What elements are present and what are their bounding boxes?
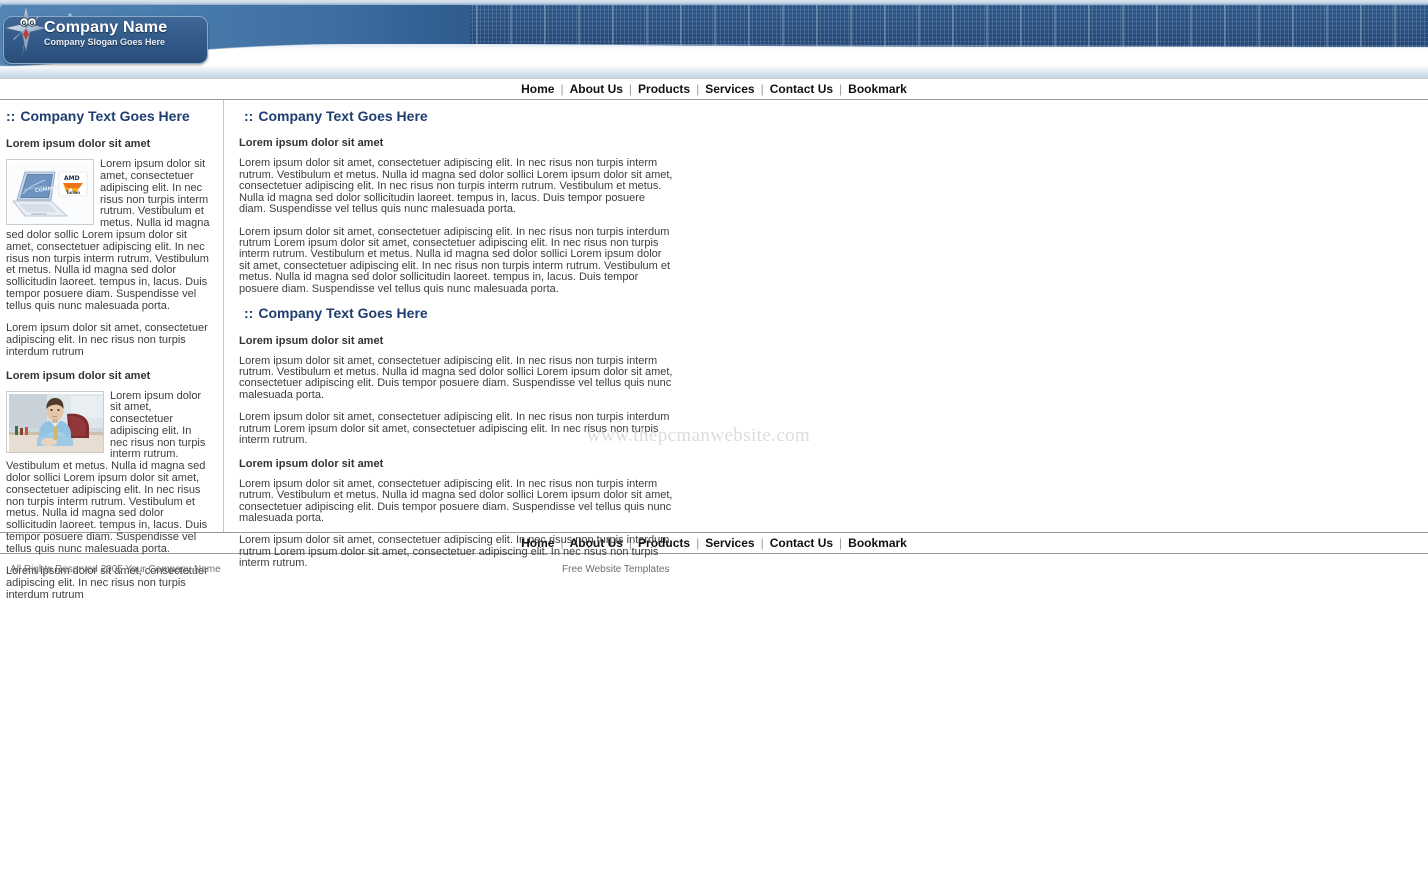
businessman-thumbnail[interactable] [6,390,104,453]
sidebar-column: :: Company Text Goes Here Lorem ipsum dol… [0,100,224,601]
sidebar-title-text: Company Text Goes Here [20,108,190,124]
site-banner: G G Company Name Company Slogan Goes Her… [0,0,1428,78]
banner-swoosh-curve [0,44,1428,78]
main-section1-heading: Lorem ipsum dolor sit amet [239,137,384,150]
laptop-thumbnail[interactable]: COMPAQ AMD Turion [6,159,94,226]
sidebar-block2-body: Lorem ipsum dolor sit amet, consectetuer… [6,390,211,567]
main-section2-title-prefix: :: [244,305,254,322]
main-section1-title-text: Company Text Goes Here [258,108,428,124]
footer-nav-item-contact-us[interactable]: Contact Us [764,536,839,550]
sidebar-block1-body: COMPAQ AMD Turion Lorem ipsum dolor sit … [6,159,211,323]
main-section1-title: :: Company Text Goes Here [244,108,1428,124]
copyright-text: All Rights Reserved 2005 Your Company Na… [10,563,221,575]
main-section2-title-text: Company Text Goes Here [258,305,428,322]
svg-text:AMD: AMD [64,175,80,182]
nav-item-products[interactable]: Products [632,82,696,96]
main-section1-title-prefix: :: [244,108,254,124]
star-compass-logo-icon: G G [4,6,48,58]
sidebar-section-title: :: Company Text Goes Here [6,108,211,124]
nav-links-group: Home | About Us | Products | Services | … [515,82,913,96]
sidebar-block2-heading: Lorem ipsum dolor sit amet [6,369,151,382]
footer-nav-item-bookmark[interactable]: Bookmark [842,536,913,550]
company-name: Company Name [44,19,168,36]
nav-item-services[interactable]: Services [699,82,760,96]
primary-navigation: Home | About Us | Products | Services | … [0,78,1428,100]
footer-meta-bar: All Rights Reserved 2005 Your Company Na… [0,554,1428,584]
main-column: :: Company Text Goes Here Lorem ipsum dol… [224,100,1428,569]
main-section2-para1: Lorem ipsum dolor sit amet, consectetuer… [239,354,673,401]
sidebar-title-prefix: :: [6,108,16,124]
sidebar-block1-tail: Lorem ipsum dolor sit amet, consectetuer… [6,322,208,358]
company-slogan: Company Slogan Goes Here [44,37,166,47]
main-section2-heading2: Lorem ipsum dolor sit amet [239,457,384,470]
main-section1-para2: Lorem ipsum dolor sit amet, consectetuer… [239,225,671,295]
footer-nav-item-services[interactable]: Services [699,536,760,550]
businessman-at-desk-image [9,393,103,452]
sidebar-block1-heading: Lorem ipsum dolor sit amet [6,138,151,151]
main-section2-para2: Lorem ipsum dolor sit amet, consectetuer… [239,411,670,447]
main-section2-title: :: Company Text Goes Here [244,306,1428,321]
logo-text-group: Company Name Company Slogan Goes Here [44,20,167,47]
nav-item-home[interactable]: Home [515,82,560,96]
page-content: :: Company Text Goes Here Lorem ipsum dol… [0,100,1428,601]
svg-text:G: G [22,20,27,27]
main-section2-heading1: Lorem ipsum dolor sit amet [239,334,384,347]
main-section2-para3: Lorem ipsum dolor sit amet, consectetuer… [239,477,673,524]
laptop-computer-image: COMPAQ AMD Turion [9,162,93,225]
svg-text:Turion: Turion [66,190,80,195]
template-credit-text: Free Website Templates [562,563,670,575]
nav-item-contact-us[interactable]: Contact Us [764,82,839,96]
footer-navigation: Home | About Us | Products | Services | … [0,532,1428,554]
main-section1-para1: Lorem ipsum dolor sit amet, consectetuer… [239,157,673,216]
nav-item-bookmark[interactable]: Bookmark [842,82,913,96]
svg-text:G: G [30,20,35,27]
nav-item-about-us[interactable]: About Us [564,82,629,96]
